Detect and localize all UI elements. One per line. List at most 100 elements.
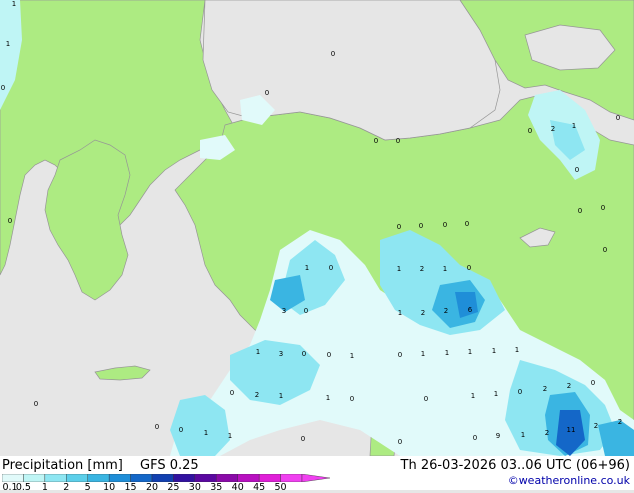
colorbar-segment: [87, 474, 110, 482]
colorbar-segment: [130, 474, 153, 482]
precip-value: 0: [396, 137, 400, 145]
colorbar-segment: [216, 474, 238, 482]
colorbar-segment: [151, 474, 174, 482]
precip-value: 0: [467, 264, 471, 272]
precip-value: 0: [419, 222, 423, 230]
precip-value: 0: [329, 264, 333, 272]
colorbar-tick-label: 15: [124, 482, 137, 493]
colorbar-segment: [108, 474, 131, 482]
precip-value: 1: [256, 348, 260, 356]
precip-value: 1: [445, 349, 449, 357]
precip-value: 11: [567, 426, 576, 434]
precip-value: 0: [1, 84, 5, 92]
precip-value: 1: [471, 392, 475, 400]
forecast-datetime: Th 26-03-2026 03..06 UTC (06+96): [400, 458, 631, 473]
precip-value: 3: [279, 350, 283, 358]
credit-link[interactable]: ©weatheronline.co.uk: [508, 474, 630, 487]
precip-value: 0: [591, 379, 595, 387]
precip-value: 0: [528, 127, 532, 135]
precip-value: 0: [465, 220, 469, 228]
precipitation-map: 1100000 00 2 1000 000 0 0 01 0 1 2 1 03 0 1 2 2 61 3 0 0 1 0 1 1…: [0, 0, 634, 456]
precip-value: 0: [301, 435, 305, 443]
colorbar-segment: [44, 474, 67, 482]
precip-value: 0: [518, 388, 522, 396]
colorbar-tick-label: 10: [103, 482, 116, 493]
precip-value: 0: [473, 434, 477, 442]
precip-value: 0: [443, 221, 447, 229]
precip-value: 2: [551, 125, 555, 133]
precip-value: 0: [302, 350, 306, 358]
precip-value: 9: [496, 432, 500, 440]
colorbar-tick-label: 35: [210, 482, 223, 493]
precip-value: 0: [603, 246, 607, 254]
precip-value: 0: [155, 423, 159, 431]
colorbar-segment: [2, 474, 24, 482]
precip-value: 2: [421, 309, 425, 317]
precip-value: 0: [601, 204, 605, 212]
colorbar-segment: [258, 474, 281, 482]
precip-value: 1: [572, 122, 576, 130]
colorbar-segment: [194, 474, 217, 482]
precip-value: 0: [331, 50, 335, 58]
colorbar-tick-label: 0.5: [15, 482, 31, 493]
colorbar-tick-label: 40: [231, 482, 244, 493]
precip-value: 1: [443, 265, 447, 273]
precip-value: 1: [6, 40, 10, 48]
precip-value: 0: [424, 395, 428, 403]
precip-value: 0: [374, 137, 378, 145]
precip-value: 1: [12, 0, 16, 8]
precip-value: 0: [304, 307, 308, 315]
colorbar-segment: [280, 474, 303, 482]
precip-value: 1: [397, 265, 401, 273]
colorbar-segment: [237, 474, 260, 482]
colorbar: [2, 474, 331, 482]
precip-value: 1: [492, 347, 496, 355]
colorbar-arrow: [301, 474, 331, 482]
precip-value: 0: [179, 426, 183, 434]
colorbar-tick-label: 5: [84, 482, 91, 493]
precip-value: 1: [521, 431, 525, 439]
precip-value: 1: [494, 390, 498, 398]
precip-value: 2: [618, 418, 622, 426]
colorbar-tick-label: 25: [167, 482, 180, 493]
precip-value: 1: [305, 264, 309, 272]
precip-value: 0: [327, 351, 331, 359]
footer-title: Precipitation [mm]: [2, 458, 123, 473]
precip-value: 0: [575, 166, 579, 174]
precip-value: 1: [279, 392, 283, 400]
colorbar-tick-label: 20: [145, 482, 159, 493]
precip-value: 3: [282, 307, 286, 315]
precip-value: 1: [468, 348, 472, 356]
precip-value: 2: [444, 307, 448, 315]
precip-value: 0: [34, 400, 38, 408]
precip-value: 0: [265, 89, 269, 97]
colorbar-tick-label: 45: [253, 482, 266, 493]
precip-value: 1: [204, 429, 208, 437]
model-name: GFS 0.25: [140, 458, 199, 473]
colorbar-tick-label: 1: [41, 482, 48, 493]
precip-value: 2: [567, 382, 571, 390]
precip-value: 1: [515, 346, 519, 354]
precip-value: 2: [594, 422, 598, 430]
precip-value: 0: [230, 389, 234, 397]
precip-value: 2: [545, 429, 549, 437]
colorbar-segment: [173, 474, 196, 482]
precip-value: 1: [350, 352, 354, 360]
colorbar-tick-label: 30: [188, 482, 201, 493]
precip-value: 0: [398, 351, 402, 359]
colorbar-segment: [66, 474, 88, 482]
precip-value: 2: [255, 391, 259, 399]
colorbar-tick-label: 50: [274, 482, 287, 493]
precip-value: 0: [578, 207, 582, 215]
precip-value: 0: [350, 395, 354, 403]
footer: Precipitation [mm] GFS 0.25 Th 26-03-202…: [0, 456, 634, 490]
precip-value: 0: [8, 217, 12, 225]
precip-value: 6: [468, 306, 473, 314]
precip-value: 2: [543, 385, 547, 393]
precip-value: 1: [398, 309, 402, 317]
precip-value: 0: [616, 114, 620, 122]
colorbar-tick-label: 2: [63, 482, 70, 493]
precip-value: 1: [228, 432, 232, 440]
precip-value: 0: [398, 438, 402, 446]
precip-value: 1: [326, 394, 330, 402]
